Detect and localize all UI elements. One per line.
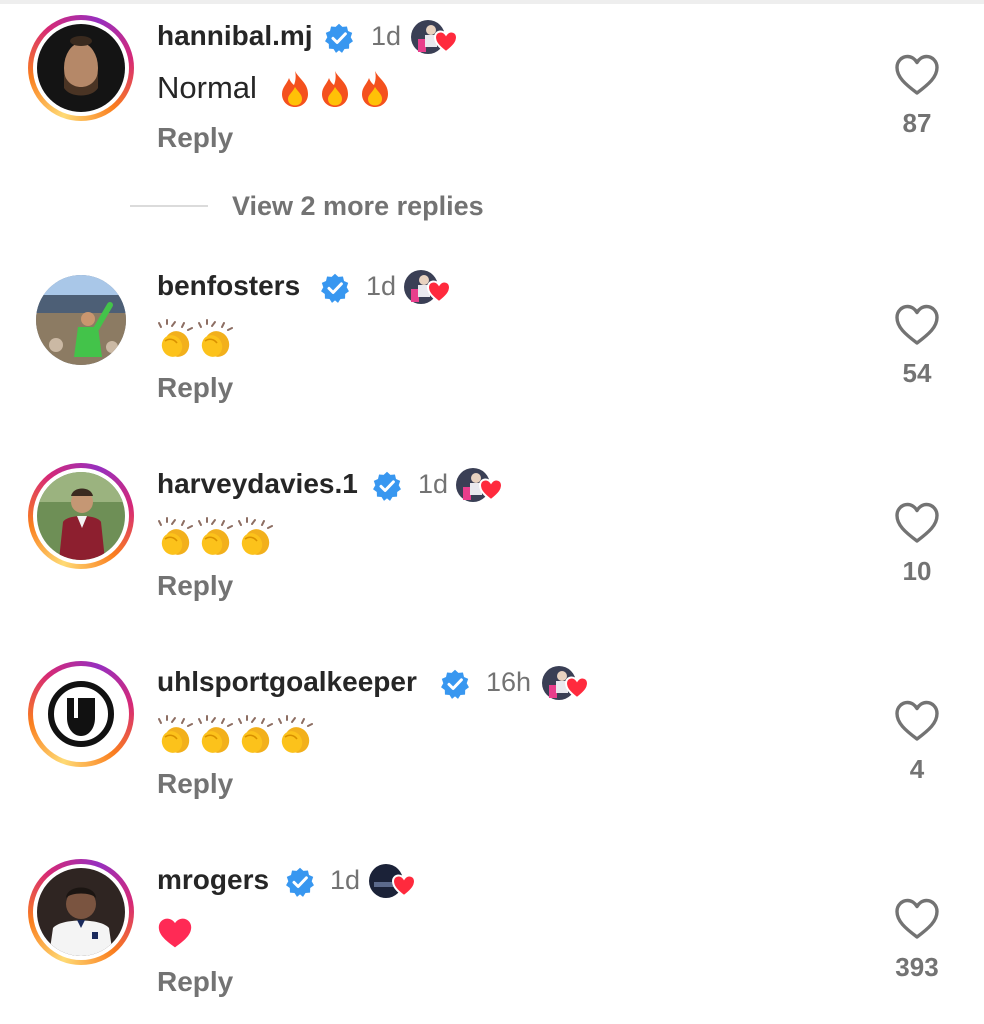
clap-emoji-icon — [237, 517, 273, 557]
comment-item: harveydavies.1 1d Reply 10 — [0, 448, 984, 628]
clap-emoji-icon — [277, 715, 313, 755]
verified-badge-icon — [285, 867, 315, 897]
comment-item: uhlsportgoalkeeper 16h Reply 4 — [0, 646, 984, 826]
like-count: 10 — [902, 556, 932, 586]
heart-outline-icon[interactable] — [892, 53, 942, 97]
heart-outline-icon[interactable] — [892, 897, 942, 941]
clap-emoji-icon — [157, 715, 193, 755]
like-count: 87 — [902, 108, 932, 138]
reply-button[interactable]: Reply — [157, 570, 233, 602]
heart-outline-icon[interactable] — [892, 303, 942, 347]
username[interactable]: mrogers — [157, 864, 269, 896]
comment-emoji-row — [277, 67, 393, 111]
reply-button[interactable]: Reply — [157, 372, 233, 404]
verified-badge-icon — [324, 23, 354, 53]
reply-button[interactable]: Reply — [157, 122, 233, 154]
liked-by-author-badge — [368, 861, 420, 901]
clap-emoji-icon — [197, 715, 233, 755]
verified-badge-icon — [320, 273, 350, 303]
verified-badge-icon — [440, 669, 470, 699]
liked-by-author-badge — [403, 267, 455, 307]
replies-divider-line — [130, 205, 208, 207]
comment-item: hannibal.mj 1d Normal Reply 87 — [0, 0, 984, 180]
comment-item: benfosters 1d Reply 54 — [0, 250, 984, 430]
username[interactable]: uhlsportgoalkeeper — [157, 666, 417, 698]
comment-timestamp: 1d — [330, 865, 361, 895]
comment-emoji-row — [157, 515, 273, 559]
comment-item: mrogers 1d Reply 393 — [0, 844, 984, 1024]
liked-by-author-badge — [410, 17, 462, 57]
avatar[interactable] — [36, 275, 126, 365]
verified-badge-icon — [372, 471, 402, 501]
comment-emoji-row — [157, 317, 233, 361]
fire-emoji-icon — [277, 69, 313, 109]
comment-text: Normal — [157, 70, 257, 105]
heart-outline-icon[interactable] — [892, 699, 942, 743]
username[interactable]: benfosters — [157, 270, 300, 302]
clap-emoji-icon — [237, 715, 273, 755]
avatar-story-ring[interactable] — [28, 463, 134, 569]
like-count: 393 — [895, 952, 939, 982]
like-count: 54 — [902, 358, 932, 388]
fire-emoji-icon — [317, 69, 353, 109]
avatar — [37, 670, 125, 758]
clap-emoji-icon — [197, 517, 233, 557]
view-more-replies-button[interactable]: View 2 more replies — [130, 186, 484, 226]
clap-emoji-icon — [157, 517, 193, 557]
avatar-story-ring[interactable] — [28, 859, 134, 965]
comment-emoji-row — [157, 911, 193, 955]
fire-emoji-icon — [357, 69, 393, 109]
view-more-replies-label: View 2 more replies — [232, 190, 484, 221]
avatar — [37, 472, 125, 560]
comment-timestamp: 1d — [418, 469, 449, 499]
comment-timestamp: 16h — [486, 667, 532, 697]
clap-emoji-icon — [157, 319, 193, 359]
reply-button[interactable]: Reply — [157, 768, 233, 800]
comment-emoji-row — [157, 713, 313, 757]
comment-timestamp: 1d — [366, 271, 397, 301]
avatar-story-ring[interactable] — [28, 661, 134, 767]
comment-timestamp: 1d — [371, 21, 402, 51]
clap-emoji-icon — [197, 319, 233, 359]
reply-button[interactable]: Reply — [157, 966, 233, 998]
heart-outline-icon[interactable] — [892, 501, 942, 545]
red-heart-emoji-icon — [157, 913, 193, 953]
avatar-story-ring[interactable] — [28, 15, 134, 121]
username[interactable]: hannibal.mj — [157, 20, 313, 52]
liked-by-author-badge — [455, 465, 507, 505]
avatar — [37, 24, 125, 112]
username[interactable]: harveydavies.1 — [157, 468, 358, 500]
avatar — [37, 868, 125, 956]
like-count: 4 — [909, 754, 925, 784]
liked-by-author-badge — [541, 663, 593, 703]
